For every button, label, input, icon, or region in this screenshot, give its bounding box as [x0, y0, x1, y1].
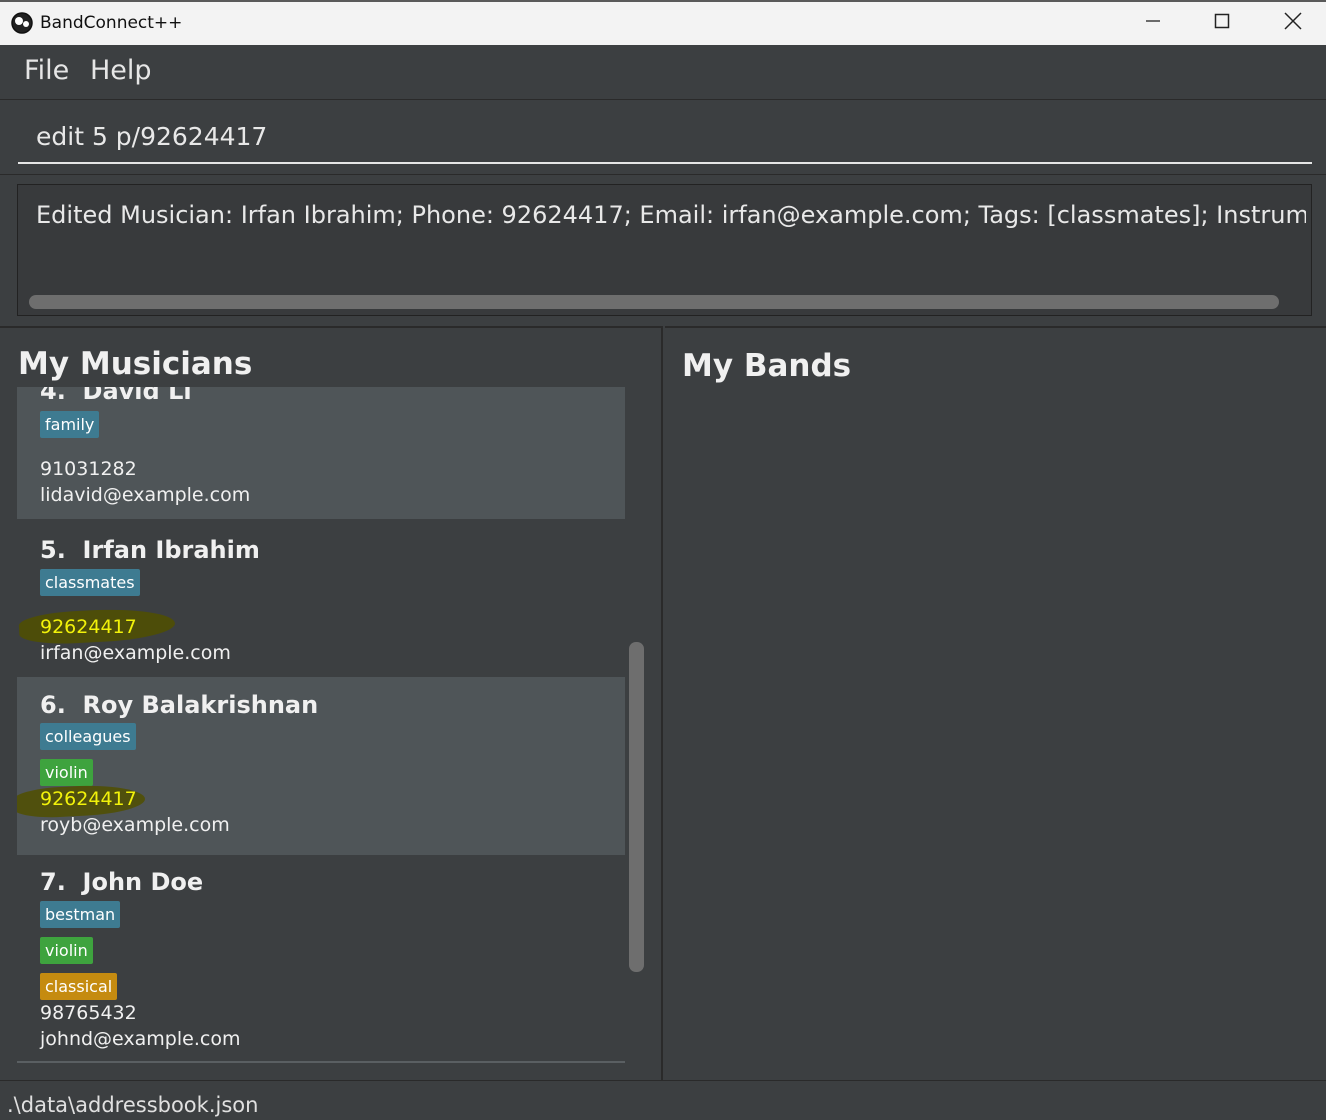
email-text: lidavid@example.com — [40, 484, 251, 506]
status-bar: .\data\addressbook.json — [0, 1080, 1326, 1120]
phone-text: 91031282 — [40, 458, 137, 480]
result-display: Edited Musician: Irfan Ibrahim; Phone: 9… — [17, 184, 1312, 316]
menu-bar: File Help — [0, 45, 1326, 100]
maximize-icon — [1214, 13, 1230, 34]
menu-help[interactable]: Help — [90, 55, 152, 86]
command-input[interactable]: edit 5 p/92624417 — [18, 114, 1312, 164]
window-title: BandConnect++ — [40, 13, 183, 33]
menu-file[interactable]: File — [24, 55, 69, 86]
close-button[interactable] — [1258, 2, 1326, 45]
result-text: Edited Musician: Irfan Ibrahim; Phone: 9… — [36, 201, 1306, 229]
musician-name: 6. Roy Balakrishnan — [40, 691, 319, 719]
close-icon — [1284, 12, 1302, 35]
musician-name: 4. David Li — [40, 387, 192, 405]
musician-name: 5. Irfan Ibrahim — [40, 536, 260, 564]
app-logo-icon — [11, 12, 33, 34]
musician-name: 7. John Doe — [40, 868, 204, 896]
tag-chip: family — [40, 411, 100, 438]
email-text: irfan@example.com — [40, 642, 231, 664]
band-panel — [665, 326, 1326, 1080]
bands-title: My Bands — [682, 348, 852, 384]
title-bar: BandConnect++ — [0, 0, 1326, 45]
genre-chip: classical — [40, 973, 118, 1000]
phone-text: 92624417 — [40, 788, 137, 810]
instrument-chip: violin — [40, 937, 93, 964]
instrument-chip: violin — [40, 759, 93, 786]
maximize-button[interactable] — [1187, 2, 1257, 45]
tag-chip: bestman — [40, 901, 121, 928]
minimize-button[interactable] — [1118, 2, 1188, 45]
list-divider — [17, 1061, 625, 1063]
musicians-title: My Musicians — [18, 346, 253, 382]
musician-card[interactable]: 7. John Doe bestman violin classical 987… — [17, 855, 625, 1063]
save-location-text: .\data\addressbook.json — [7, 1093, 259, 1117]
musician-card[interactable]: 5. Irfan Ibrahim classmates 92624417 irf… — [17, 519, 625, 677]
musician-list-scrollbar[interactable] — [629, 642, 644, 972]
tag-chip: colleagues — [40, 723, 136, 750]
phone-text: 92624417 — [40, 616, 137, 638]
result-horizontal-scrollbar[interactable] — [29, 295, 1279, 309]
tag-chip: classmates — [40, 569, 140, 596]
musician-list[interactable]: 4. David Li family 91031282 lidavid@exam… — [17, 387, 625, 1063]
minimize-icon — [1145, 13, 1161, 34]
phone-text: 98765432 — [40, 1002, 137, 1024]
email-text: royb@example.com — [40, 814, 230, 836]
email-text: johnd@example.com — [40, 1028, 241, 1050]
musician-card[interactable]: 4. David Li family 91031282 lidavid@exam… — [17, 387, 625, 519]
musician-card[interactable]: 6. Roy Balakrishnan colleagues violin 92… — [17, 677, 625, 855]
